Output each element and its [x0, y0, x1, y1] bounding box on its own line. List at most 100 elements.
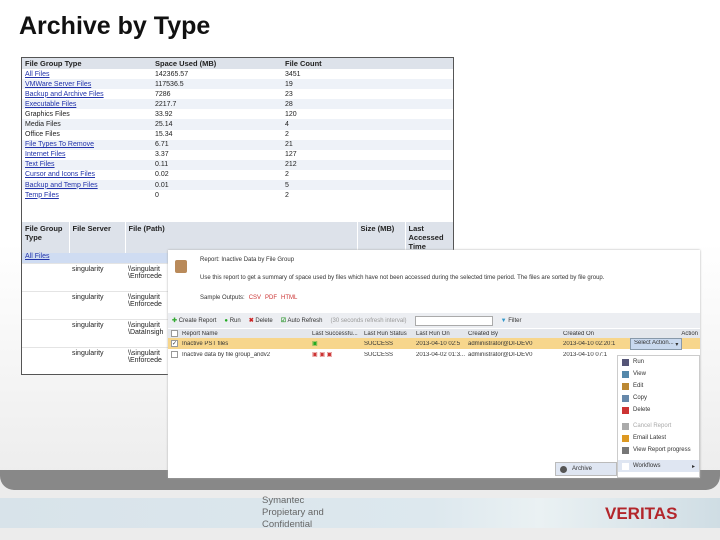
row-checkbox[interactable]: ✓ — [171, 340, 178, 347]
file-group-cell[interactable]: Temp Files — [22, 190, 152, 200]
filter-button[interactable]: ▼ Filter — [501, 318, 522, 324]
auto-refresh-toggle[interactable]: ☑ Auto Refresh — [281, 317, 323, 324]
space-cell: 0.11 — [152, 159, 282, 170]
csv-icon[interactable]: ▣ — [312, 340, 364, 347]
file-group-cell[interactable]: VMWare Server Files — [22, 79, 152, 90]
table-row: Graphics Files 33.92 120 — [22, 109, 453, 119]
row-checkbox[interactable] — [171, 351, 178, 358]
table-row: Media Files 25.14 4 — [22, 119, 453, 130]
file-group-cell[interactable]: File Types To Remove — [22, 139, 152, 150]
col-header[interactable]: Report Name — [182, 331, 312, 337]
run-icon: ● — [224, 317, 229, 324]
count-cell: 4 — [282, 119, 453, 130]
run-button[interactable]: ● Run — [224, 318, 240, 324]
space-cell: 2217.7 — [152, 99, 282, 110]
col-header: Last Accessed Time — [405, 222, 453, 253]
space-cell: 6.71 — [152, 139, 282, 150]
submenu-item-archive[interactable]: Archive — [555, 462, 617, 476]
file-group-cell[interactable]: Cursor and Icons Files — [22, 170, 152, 180]
menu-item-copy[interactable]: Copy — [618, 392, 699, 404]
menu-icon — [622, 434, 629, 442]
menu-item-cancel-report[interactable]: Cancel Report — [618, 420, 699, 432]
server-cell: singularity — [69, 347, 125, 374]
menu-item-workflows[interactable]: Workflows ▸ — [618, 460, 699, 472]
count-cell: 2 — [285, 191, 289, 199]
file-group-cell[interactable]: Internet Files — [22, 150, 152, 160]
file-group-cell[interactable]: All Files — [22, 69, 152, 79]
col-header[interactable]: Last Successfu... — [312, 331, 364, 337]
plus-icon: ✚ — [172, 318, 178, 324]
file-group-cell[interactable]: Backup and Archive Files — [22, 89, 152, 99]
count-cell: 2 — [285, 131, 289, 139]
col-header: File Group Type — [22, 58, 152, 69]
count-cell: 28 — [282, 99, 453, 110]
pdf-link[interactable]: PDF — [265, 295, 277, 301]
filter-icon: ▼ — [500, 317, 507, 324]
col-header[interactable]: Created By — [468, 331, 563, 337]
menu-icon — [622, 462, 629, 470]
space-cell: 15.34 — [155, 131, 173, 139]
menu-icon — [622, 370, 629, 378]
grid-row[interactable]: ✓ Inactive PST files ▣ SUCCESS 2013-04-10 … — [168, 337, 700, 350]
table-row: All Files 142365.57 3451 — [22, 69, 453, 79]
menu-item-edit[interactable]: Edit — [618, 380, 699, 392]
interval-text: (30 seconds refresh interval) — [330, 317, 407, 324]
table-row: Executable Files 2217.7 28 — [22, 99, 453, 110]
toolbar: ✚ Create Report ● Run ✖ Delete ☑ Auto Re… — [168, 313, 700, 328]
server-cell: singularity — [69, 263, 125, 292]
col-header: File Group Type — [22, 222, 70, 253]
menu-item-view-report-progress[interactable]: View Report progress — [618, 444, 699, 456]
count-cell: 5 — [282, 180, 453, 191]
delete-icon: ✖ — [248, 318, 254, 324]
table-row: VMWare Server Files 117536.5 19 — [22, 79, 453, 90]
col-header: Size (MB) — [357, 222, 406, 253]
select-action-dropdown[interactable]: Select Action... ▾ — [630, 337, 683, 350]
menu-item-run[interactable]: Run — [618, 356, 699, 368]
col-header[interactable]: Last Run Status — [364, 331, 416, 337]
file-group-cell[interactable]: Text Files — [22, 159, 152, 170]
menu-item-delete[interactable]: Delete — [618, 404, 699, 416]
select-all-checkbox[interactable] — [171, 330, 178, 337]
table-row: File Types To Remove 6.71 21 — [22, 139, 453, 150]
col-header: File (Path) — [125, 222, 358, 253]
report-title: Report: Inactive Data by File Group — [200, 257, 295, 263]
output-icons[interactable]: ▣ ▣ ▣ — [312, 351, 364, 358]
report-description: Use this report to get a summary of spac… — [200, 275, 605, 281]
space-cell: 142365.57 — [155, 70, 189, 78]
server-cell: singularity — [69, 291, 125, 320]
report-icon — [175, 260, 187, 273]
file-group-cell: Office Files — [25, 131, 60, 139]
col-header[interactable]: Created On — [563, 331, 658, 337]
csv-link[interactable]: CSV — [249, 295, 261, 301]
slide-title: Archive by Type — [19, 12, 211, 40]
delete-button[interactable]: ✖ Delete — [249, 317, 273, 324]
menu-icon — [622, 446, 629, 454]
space-cell: 0.02 — [155, 171, 169, 179]
col-header: Space Used (MB) — [152, 58, 282, 69]
count-cell: 120 — [285, 110, 297, 118]
file-group-cell[interactable]: Backup and Temp Files — [22, 180, 152, 191]
count-cell: 23 — [285, 90, 293, 98]
file-group-cell[interactable]: Executable Files — [22, 99, 152, 110]
menu-item-email-latest[interactable]: Email Latest — [618, 432, 699, 444]
file-group-cell: Graphics Files — [25, 110, 70, 118]
file-group-cell: Media Files — [22, 119, 152, 130]
table-row: Temp Files 0 2 — [22, 190, 453, 200]
menu-item-view[interactable]: View — [618, 368, 699, 380]
sample-label: Sample Outputs: — [200, 295, 245, 301]
col-header: Action — [681, 330, 698, 337]
checkbox-icon: ☑ — [280, 318, 287, 324]
html-link[interactable]: HTML — [281, 295, 297, 301]
space-cell: 33.92 — [155, 110, 173, 118]
server-cell: singularity — [69, 319, 125, 348]
count-cell: 19 — [282, 79, 453, 90]
space-cell: 117536.5 — [152, 79, 282, 90]
menu-icon — [622, 422, 629, 430]
col-header[interactable]: Last Run On — [416, 331, 468, 337]
space-cell: 0 — [155, 191, 159, 199]
count-cell: 2 — [285, 171, 289, 179]
count-cell: 21 — [282, 139, 453, 150]
count-cell: 3451 — [285, 70, 301, 78]
filter-input[interactable] — [414, 315, 493, 326]
create-report-button[interactable]: ✚ Create Report — [172, 317, 216, 324]
